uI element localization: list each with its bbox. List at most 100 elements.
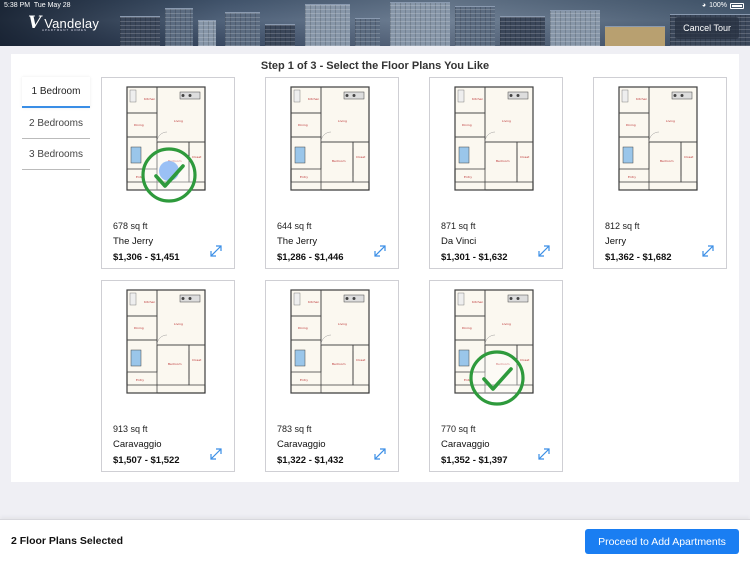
proceed-button[interactable]: Proceed to Add Apartments — [585, 529, 739, 554]
floor-plan-image: Kitchen Living Dining Bedroom Closet Ent… — [290, 86, 370, 191]
floor-plan-image: Kitchen Living Dining Bedroom Closet Ent… — [126, 289, 206, 394]
svg-text:Living: Living — [502, 322, 511, 326]
card-sqft: 678 sq ft — [113, 221, 148, 231]
svg-text:Bedroom: Bedroom — [332, 362, 346, 366]
banner-building — [455, 6, 495, 46]
expand-icon[interactable] — [536, 243, 552, 259]
svg-text:Kitchen: Kitchen — [308, 97, 319, 101]
expand-icon[interactable] — [372, 243, 388, 259]
card-plan-name: Caravaggio — [113, 439, 162, 450]
svg-text:Dining: Dining — [134, 326, 144, 330]
banner-building — [605, 26, 665, 46]
banner-building — [120, 16, 160, 46]
svg-text:Kitchen: Kitchen — [144, 97, 155, 101]
svg-text:Closet: Closet — [520, 155, 530, 159]
floor-plan-card-7[interactable]: Kitchen Living Dining Bedroom Closet Ent… — [429, 280, 563, 472]
card-price-range: $1,286 - $1,446 — [277, 252, 344, 263]
svg-text:Entry: Entry — [464, 175, 472, 179]
wifi-icon: ◕ — [701, 2, 707, 9]
floor-plan-card-5[interactable]: Kitchen Living Dining Bedroom Closet Ent… — [101, 280, 235, 472]
selected-count-text: 2 Floor Plans Selected — [11, 535, 124, 547]
status-bar: 5:38 PM Tue May 28 — [4, 2, 71, 9]
card-sqft: 783 sq ft — [277, 424, 312, 434]
expand-icon[interactable] — [700, 243, 716, 259]
selection-footer: 2 Floor Plans Selected Proceed to Add Ap… — [0, 519, 750, 562]
card-price-range: $1,507 - $1,522 — [113, 455, 180, 466]
svg-text:Bedroom: Bedroom — [332, 159, 346, 163]
expand-icon[interactable] — [536, 446, 552, 462]
expand-icon[interactable] — [208, 446, 224, 462]
card-price-range: $1,352 - $1,397 — [441, 455, 508, 466]
card-plan-name: Caravaggio — [277, 439, 326, 450]
svg-text:Living: Living — [338, 119, 347, 123]
floor-plan-image: Kitchen Living Dining Bedroom Closet Ent… — [618, 86, 698, 191]
cancel-tour-button[interactable]: Cancel Tour — [675, 17, 739, 39]
floor-plan-card-3[interactable]: Kitchen Living Dining Bedroom Closet Ent… — [429, 77, 563, 269]
svg-text:Kitchen: Kitchen — [472, 97, 483, 101]
banner-building — [390, 2, 450, 46]
card-plan-name: Caravaggio — [441, 439, 490, 450]
card-plan-name: Jerry — [605, 236, 627, 247]
banner-building — [355, 18, 380, 46]
step-title: Step 1 of 3 - Select the Floor Plans You… — [260, 60, 490, 72]
svg-text:Dining: Dining — [462, 326, 472, 330]
bedroom-tabs: 1 Bedroom 2 Bedrooms 3 Bedrooms — [22, 77, 90, 170]
svg-text:Dining: Dining — [134, 123, 144, 127]
selected-check-icon — [141, 147, 197, 203]
banner-building — [550, 10, 600, 46]
floor-plan-image: Kitchen Living Dining Bedroom Closet Ent… — [290, 289, 370, 394]
svg-text:Living: Living — [174, 322, 183, 326]
floor-plan-card-6[interactable]: Kitchen Living Dining Bedroom Closet Ent… — [265, 280, 399, 472]
brand-mark: V — [28, 13, 42, 33]
card-plan-name: The Jerry — [277, 236, 318, 247]
svg-text:Entry: Entry — [300, 175, 308, 179]
svg-text:Kitchen: Kitchen — [308, 300, 319, 304]
svg-text:Living: Living — [502, 119, 511, 123]
expand-icon[interactable] — [208, 243, 224, 259]
card-sqft: 913 sq ft — [113, 424, 148, 434]
banner-building — [198, 20, 216, 46]
banner-building — [305, 4, 350, 46]
svg-text:Closet: Closet — [356, 155, 366, 159]
expand-icon[interactable] — [372, 446, 388, 462]
svg-text:Living: Living — [338, 322, 347, 326]
svg-text:Entry: Entry — [628, 175, 636, 179]
floor-plan-card-1[interactable]: Kitchen Living Dining Bedroom Closet Ent… — [101, 77, 235, 269]
svg-text:Dining: Dining — [298, 326, 308, 330]
card-sqft: 770 sq ft — [441, 424, 476, 434]
banner-building — [165, 8, 193, 46]
floor-plan-panel: Step 1 of 3 - Select the Floor Plans You… — [11, 54, 739, 482]
svg-text:Living: Living — [666, 119, 675, 123]
card-price-range: $1,306 - $1,451 — [113, 252, 180, 263]
battery-percent: 100% — [709, 2, 727, 9]
card-price-range: $1,322 - $1,432 — [277, 455, 344, 466]
status-indicators: ◕ 100% — [702, 2, 744, 9]
status-time: 5:38 PM — [4, 2, 31, 9]
card-price-range: $1,362 - $1,682 — [605, 252, 672, 263]
tab-3-bedrooms[interactable]: 3 Bedrooms — [22, 139, 90, 170]
floor-plan-card-2[interactable]: Kitchen Living Dining Bedroom Closet Ent… — [265, 77, 399, 269]
brand-logo: V Vandelay APARTMENT HOMES — [28, 13, 99, 33]
card-price-range: $1,301 - $1,632 — [441, 252, 508, 263]
svg-text:Kitchen: Kitchen — [144, 300, 155, 304]
banner-building — [500, 16, 545, 46]
card-plan-name: Da Vinci — [441, 236, 477, 247]
svg-text:Kitchen: Kitchen — [636, 97, 647, 101]
tab-1-bedroom[interactable]: 1 Bedroom — [22, 77, 90, 108]
tab-2-bedrooms[interactable]: 2 Bedrooms — [22, 108, 90, 139]
status-date: Tue May 28 — [33, 2, 71, 9]
brand-subtitle: APARTMENT HOMES — [42, 28, 88, 32]
header-banner: 5:38 PM Tue May 28 ◕ 100% V Vandelay APA… — [0, 0, 750, 46]
banner-building — [225, 12, 260, 46]
svg-text:Dining: Dining — [298, 123, 308, 127]
svg-text:Dining: Dining — [626, 123, 636, 127]
svg-text:Bedroom: Bedroom — [660, 159, 674, 163]
svg-text:Dining: Dining — [462, 123, 472, 127]
svg-text:Closet: Closet — [192, 358, 202, 362]
svg-text:Closet: Closet — [356, 358, 366, 362]
svg-text:Living: Living — [174, 119, 183, 123]
floor-plan-card-4[interactable]: Kitchen Living Dining Bedroom Closet Ent… — [593, 77, 727, 269]
battery-icon — [730, 2, 744, 9]
svg-text:Kitchen: Kitchen — [472, 300, 483, 304]
svg-text:Entry: Entry — [300, 378, 308, 382]
